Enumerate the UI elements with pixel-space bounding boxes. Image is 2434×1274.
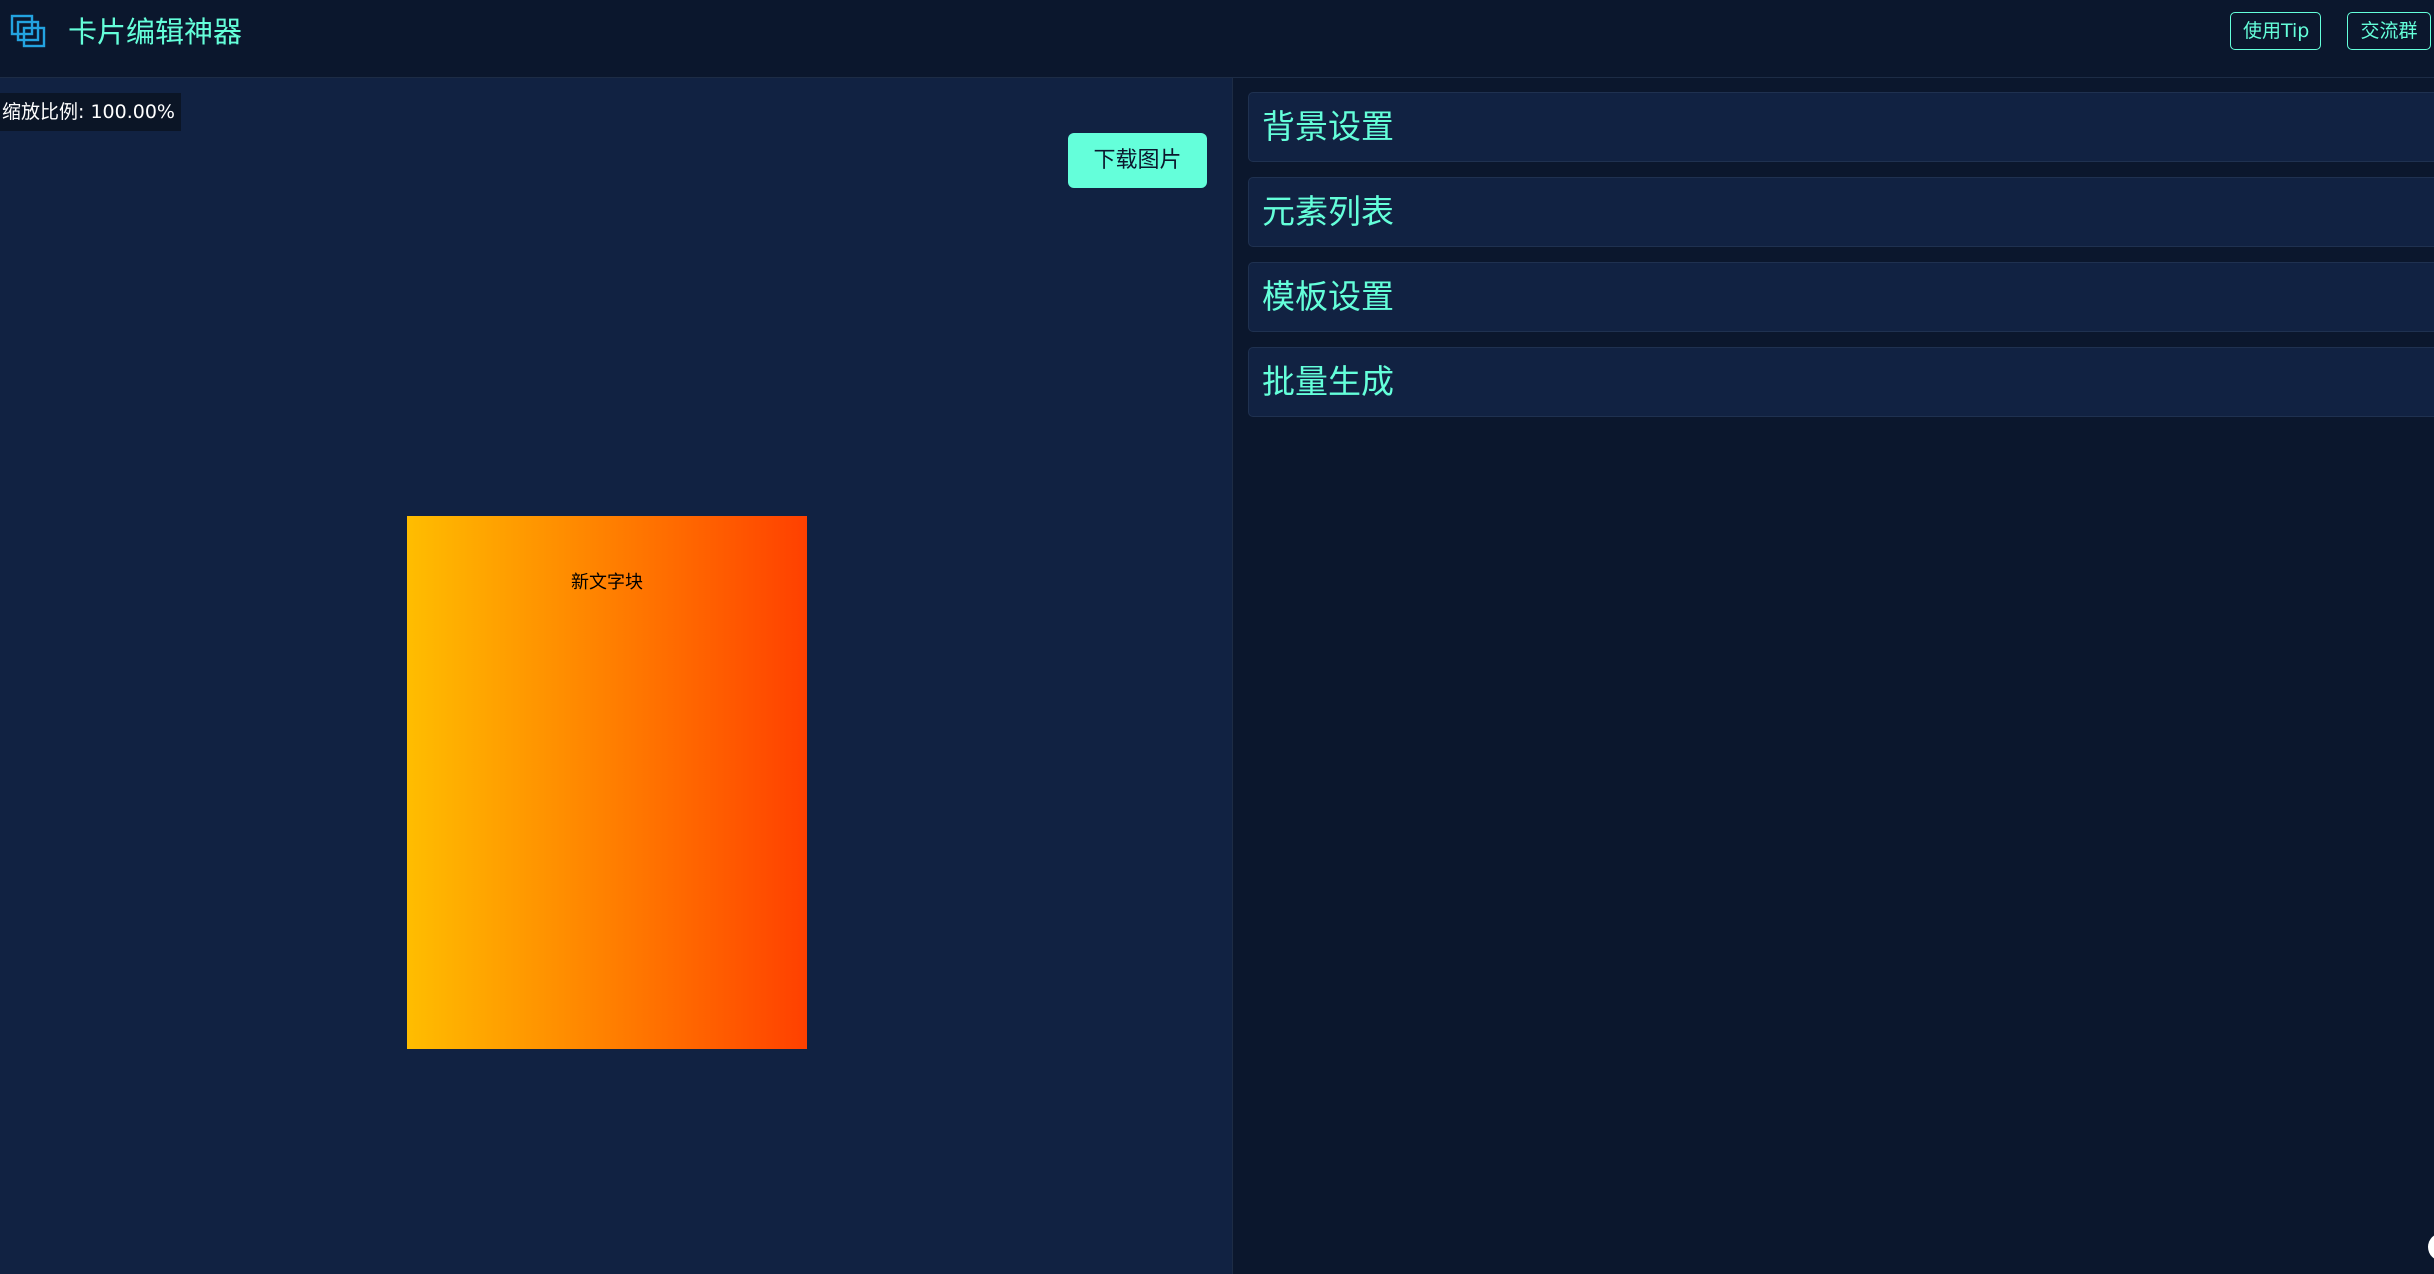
card-text-block[interactable]: 新文字块 [407,568,807,594]
section-title: 背景设置 [1262,107,1394,146]
top-bar: 卡片编辑神器 使用Tip 交流群 [0,0,2434,78]
app-root: 卡片编辑神器 使用Tip 交流群 缩放比例: 100.00% 下载图片 新文字块… [0,0,2434,1274]
section-background-settings[interactable]: 背景设置 [1248,92,2434,162]
layers-icon [10,14,46,48]
community-group-button[interactable]: 交流群 [2347,12,2431,50]
usage-tip-button[interactable]: 使用Tip [2230,12,2321,50]
section-title: 模板设置 [1262,277,1394,316]
section-batch-generate[interactable]: 批量生成 [1248,347,2434,417]
section-title: 元素列表 [1262,192,1394,231]
canvas-panel: 缩放比例: 100.00% 下载图片 新文字块 [0,78,1233,1274]
section-element-list[interactable]: 元素列表 [1248,177,2434,247]
section-template-settings[interactable]: 模板设置 [1248,262,2434,332]
card-preview[interactable]: 新文字块 [407,516,807,1049]
app-title: 卡片编辑神器 [68,15,243,49]
section-title: 批量生成 [1262,362,1394,401]
zoom-indicator: 缩放比例: 100.00% [0,93,181,131]
settings-panel: 背景设置 元素列表 模板设置 批量生成 [1233,78,2434,1274]
download-image-button[interactable]: 下载图片 [1068,133,1207,188]
